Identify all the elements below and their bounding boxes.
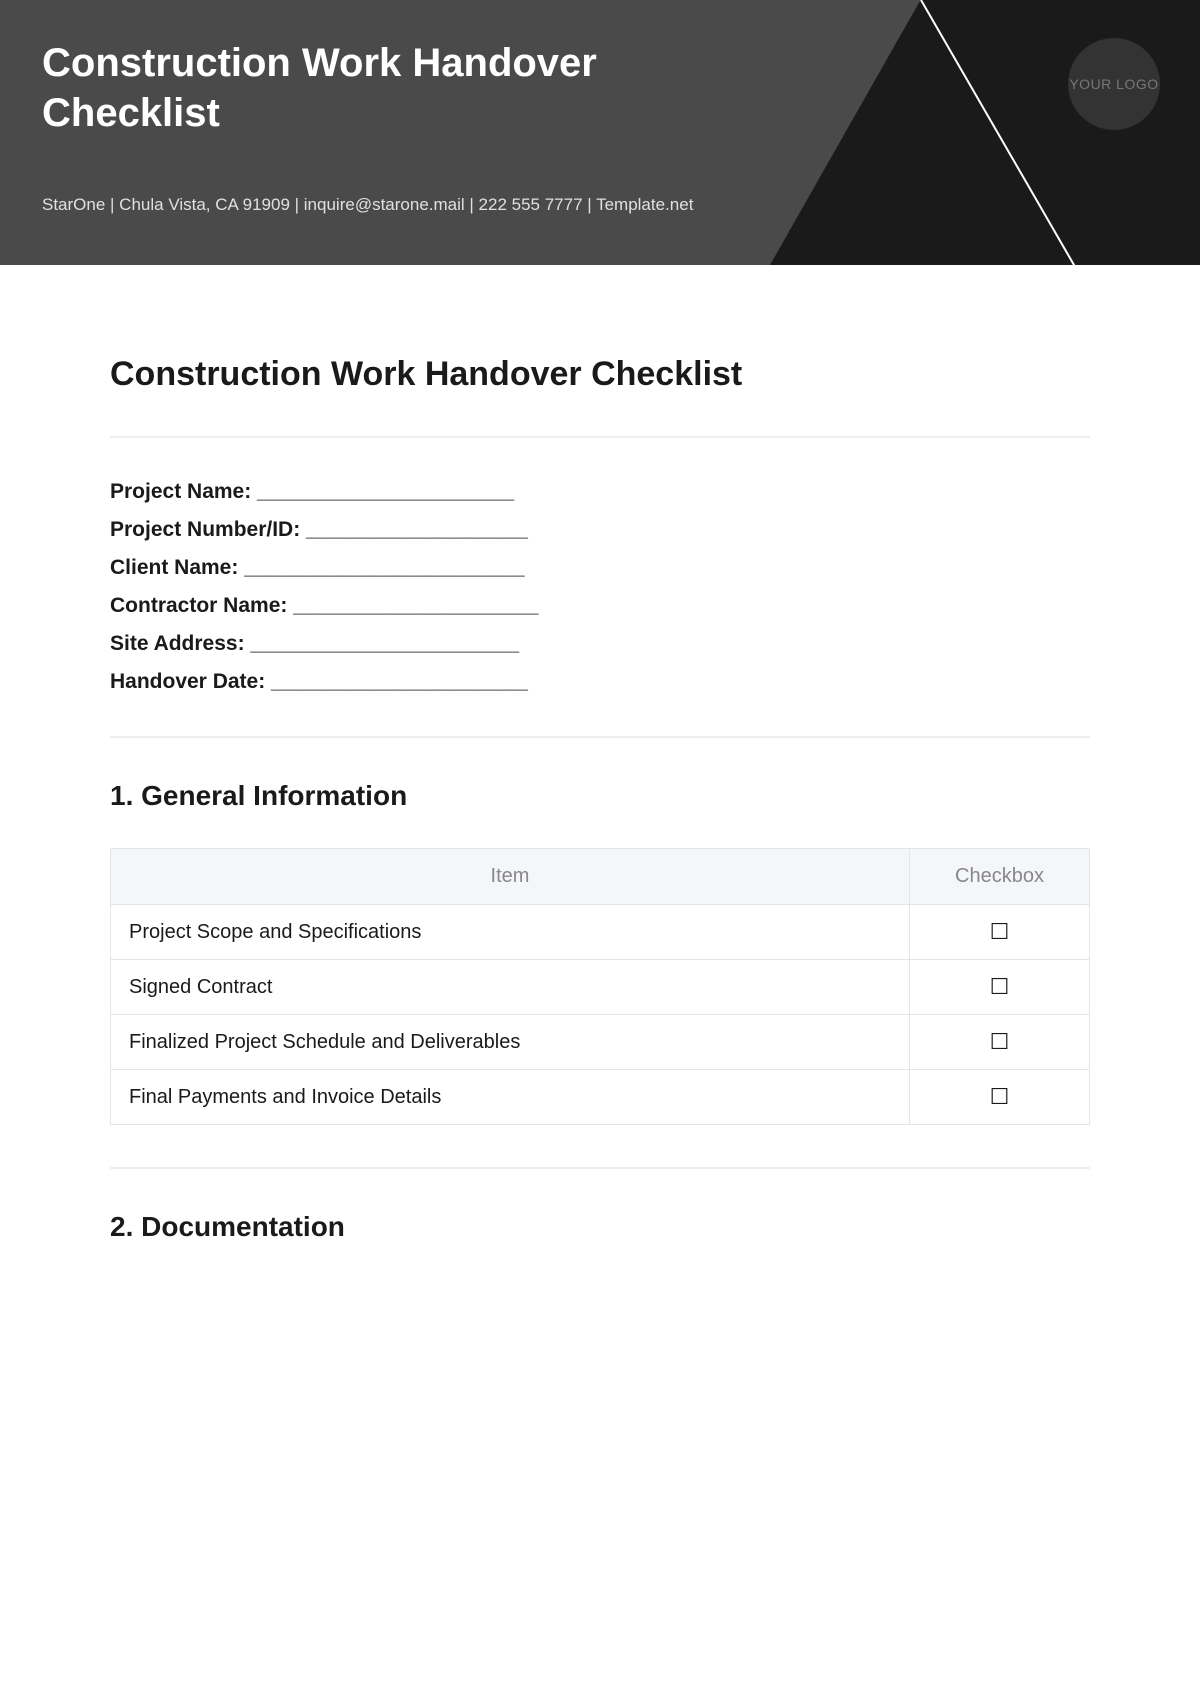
field-project-name: Project Name: ______________________ (110, 480, 1090, 504)
table-cell-item: Project Scope and Specifications (111, 905, 910, 960)
divider (110, 736, 1090, 738)
project-fields: Project Name: ______________________ Pro… (110, 480, 1090, 694)
table-cell-checkbox[interactable]: ☐ (910, 1070, 1090, 1125)
document-title: Construction Work Handover Checklist (110, 355, 1090, 394)
general-info-table: Item Checkbox Project Scope and Specific… (110, 848, 1090, 1125)
field-project-number: Project Number/ID: ___________________ (110, 518, 1090, 542)
section-heading-documentation: 2. Documentation (110, 1211, 1090, 1243)
logo-placeholder: YOUR LOGO (1068, 38, 1160, 130)
header-company-info: StarOne | Chula Vista, CA 91909 | inquir… (42, 195, 693, 215)
field-site-address: Site Address: _______________________ (110, 632, 1090, 656)
document-body: Construction Work Handover Checklist Pro… (0, 265, 1200, 1243)
table-cell-item: Final Payments and Invoice Details (111, 1070, 910, 1125)
table-header-checkbox: Checkbox (910, 849, 1090, 905)
header-accent-shape (770, 0, 1200, 265)
table-cell-checkbox[interactable]: ☐ (910, 1015, 1090, 1070)
section-heading-general-info: 1. General Information (110, 780, 1090, 812)
document-header: Construction Work Handover Checklist Sta… (0, 0, 1200, 265)
table-row: Signed Contract ☐ (111, 960, 1090, 1015)
field-handover-date: Handover Date: ______________________ (110, 670, 1090, 694)
divider (110, 1167, 1090, 1169)
divider (110, 436, 1090, 438)
table-cell-item: Finalized Project Schedule and Deliverab… (111, 1015, 910, 1070)
table-cell-item: Signed Contract (111, 960, 910, 1015)
table-row: Project Scope and Specifications ☐ (111, 905, 1090, 960)
table-row: Final Payments and Invoice Details ☐ (111, 1070, 1090, 1125)
header-title: Construction Work Handover Checklist (42, 38, 742, 138)
field-contractor-name: Contractor Name: _____________________ (110, 594, 1090, 618)
logo-text: YOUR LOGO (1069, 76, 1158, 93)
table-header-item: Item (111, 849, 910, 905)
table-row: Finalized Project Schedule and Deliverab… (111, 1015, 1090, 1070)
table-cell-checkbox[interactable]: ☐ (910, 905, 1090, 960)
table-cell-checkbox[interactable]: ☐ (910, 960, 1090, 1015)
field-client-name: Client Name: ________________________ (110, 556, 1090, 580)
